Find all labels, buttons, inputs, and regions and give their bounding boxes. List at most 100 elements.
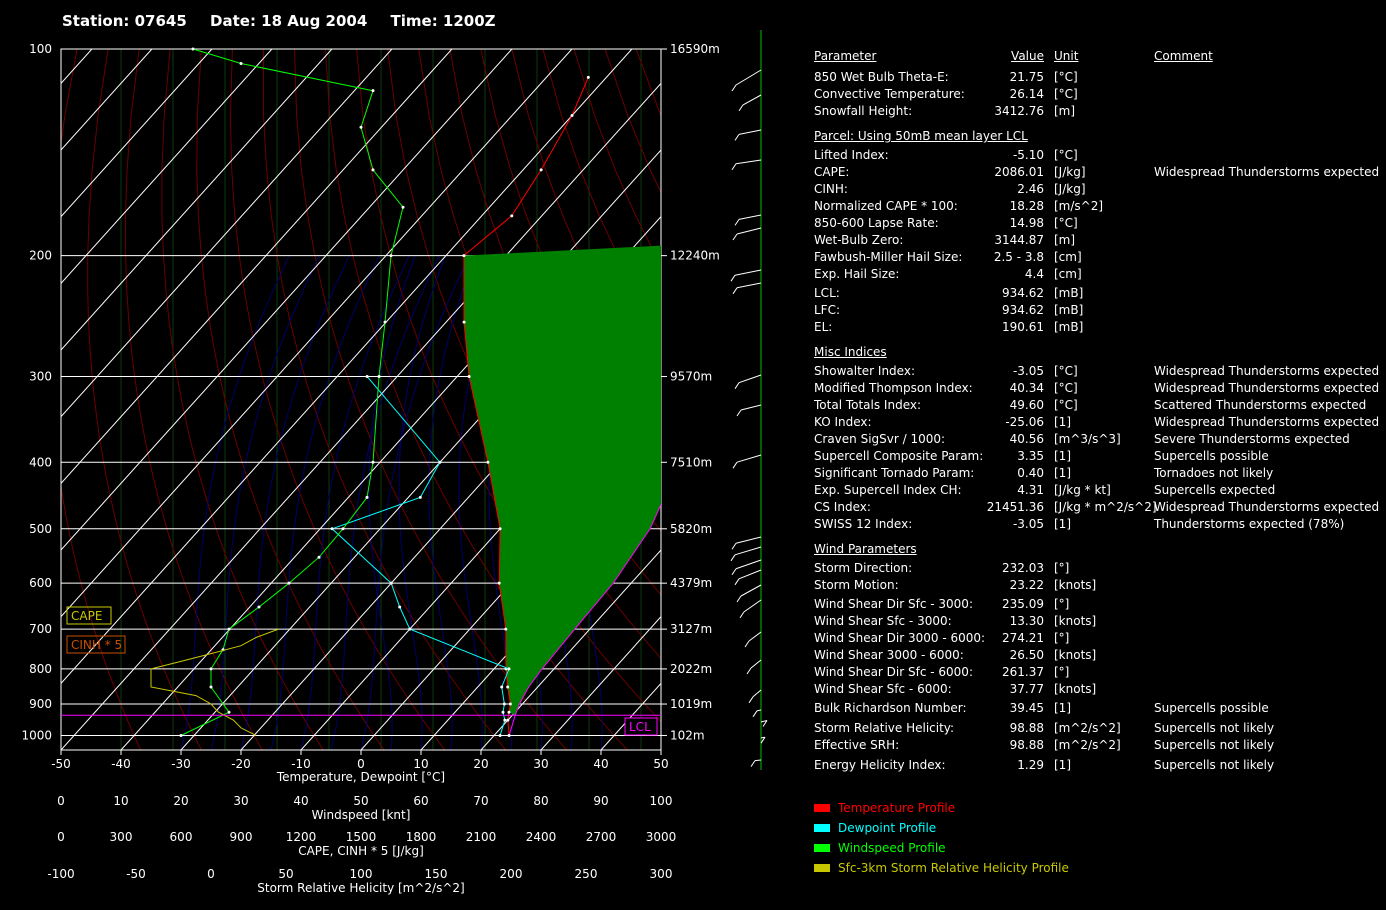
param-value: 261.37	[1002, 665, 1044, 679]
param-comment: Scattered Thunderstorms expected	[1154, 398, 1367, 412]
param-unit: [knots]	[1054, 682, 1097, 696]
param-name: CS Index:	[814, 500, 871, 514]
param-name: Wind Shear Sfc - 3000:	[814, 614, 952, 628]
param-unit: [°C]	[1054, 216, 1078, 230]
section-title: Parcel: Using 50mB mean layer LCL	[814, 129, 1028, 143]
param-value: 39.45	[1009, 701, 1044, 715]
legend-swatch	[814, 864, 830, 872]
param-name: Storm Direction:	[814, 561, 913, 575]
header-value: Value	[1011, 49, 1044, 63]
param-name: Energy Helicity Index:	[814, 758, 946, 772]
param-unit: [mB]	[1054, 320, 1084, 334]
param-comment: Severe Thunderstorms expected	[1154, 432, 1350, 446]
param-value: 274.21	[1002, 631, 1044, 645]
param-unit: [J/kg * kt]	[1054, 483, 1111, 497]
param-value: 0.40	[1017, 466, 1044, 480]
param-name: Convective Temperature:	[814, 87, 965, 101]
param-unit: [1]	[1054, 449, 1071, 463]
param-value: 98.88	[1009, 721, 1044, 735]
param-comment: Widespread Thunderstorms expected	[1154, 415, 1380, 429]
param-unit: [m]	[1054, 104, 1076, 118]
param-value: 26.14	[1009, 87, 1044, 101]
param-value: -25.06	[1005, 415, 1044, 429]
param-comment: Supercells not likely	[1154, 721, 1275, 735]
legend-label: Dewpoint Profile	[838, 821, 937, 835]
param-comment: Supercells not likely	[1154, 758, 1275, 772]
param-unit: [J/kg]	[1054, 182, 1086, 196]
param-unit: [m/s^2]	[1054, 199, 1104, 213]
param-unit: [mB]	[1054, 303, 1084, 317]
legend-label: Temperature Profile	[838, 801, 956, 815]
param-unit: [1]	[1054, 701, 1071, 715]
param-name: 850-600 Lapse Rate:	[814, 216, 939, 230]
param-value: 3144.87	[994, 233, 1044, 247]
param-value: 37.77	[1009, 682, 1044, 696]
param-name: Bulk Richardson Number:	[814, 701, 967, 715]
param-value: 235.09	[1002, 597, 1044, 611]
param-value: 3412.76	[994, 104, 1044, 118]
param-value: 21.75	[1009, 70, 1044, 84]
param-unit: [mB]	[1054, 286, 1084, 300]
header-parameter: Parameter	[814, 49, 877, 63]
legend-label: Windspeed Profile	[838, 841, 946, 855]
param-comment: Widespread Thunderstorms expected	[1154, 165, 1380, 179]
param-unit: [m^2/s^2]	[1054, 721, 1121, 735]
param-unit: [°C]	[1054, 148, 1078, 162]
param-name: Showalter Index:	[814, 364, 915, 378]
param-unit: [1]	[1054, 415, 1071, 429]
param-comment: Widespread Thunderstorms expected	[1154, 364, 1380, 378]
param-comment: Supercells possible	[1154, 701, 1269, 715]
param-unit: [J/kg * m^2/s^2]	[1054, 500, 1157, 514]
param-unit: [1]	[1054, 517, 1071, 531]
param-comment: Supercells possible	[1154, 449, 1269, 463]
param-unit: [°C]	[1054, 381, 1078, 395]
param-unit: [knots]	[1054, 578, 1097, 592]
param-value: 4.4	[1024, 267, 1044, 281]
param-name: Supercell Composite Param:	[814, 449, 984, 463]
param-unit: [°C]	[1054, 70, 1078, 84]
section-title: Misc Indices	[814, 345, 887, 359]
param-value: 3.35	[1017, 449, 1044, 463]
header-comment: Comment	[1154, 49, 1213, 63]
param-name: Wind Shear Dir 3000 - 6000:	[814, 631, 986, 645]
header-unit: Unit	[1054, 49, 1079, 63]
param-value: 2086.01	[994, 165, 1044, 179]
param-value: -3.05	[1012, 517, 1044, 531]
param-name: SWISS 12 Index:	[814, 517, 913, 531]
param-name: Wet-Bulb Zero:	[814, 233, 904, 247]
param-name: Wind Shear Dir Sfc - 6000:	[814, 665, 973, 679]
param-value: 13.30	[1009, 614, 1044, 628]
param-value: 2.46	[1017, 182, 1044, 196]
param-value: 40.56	[1009, 432, 1044, 446]
param-value: 40.34	[1009, 381, 1044, 395]
param-value: 190.61	[1002, 320, 1044, 334]
param-name: Snowfall Height:	[814, 104, 913, 118]
param-name: Fawbush-Miller Hail Size:	[814, 250, 963, 264]
param-comment: Widespread Thunderstorms expected	[1154, 381, 1380, 395]
param-name: Significant Tornado Param:	[814, 466, 975, 480]
param-value: 1.29	[1017, 758, 1044, 772]
section-title: Wind Parameters	[814, 542, 917, 556]
param-name: Total Totals Index:	[814, 398, 922, 412]
legend-swatch	[814, 844, 830, 852]
param-unit: [°]	[1054, 597, 1070, 611]
param-unit: [°C]	[1054, 398, 1078, 412]
param-comment: Supercells not likely	[1154, 738, 1275, 752]
param-value: -3.05	[1012, 364, 1044, 378]
param-unit: [°C]	[1054, 364, 1078, 378]
param-value: 49.60	[1009, 398, 1044, 412]
param-value: 2.5 - 3.8	[993, 250, 1044, 264]
param-name: Normalized CAPE * 100:	[814, 199, 958, 213]
param-name: Storm Relative Helicity:	[814, 721, 955, 735]
parameter-table: Parameter Value Unit Comment 850 Wet Bulb Th…	[0, 0, 1386, 910]
param-name: CAPE:	[814, 165, 850, 179]
param-value: 232.03	[1002, 561, 1044, 575]
param-unit: [°C]	[1054, 87, 1078, 101]
param-unit: [°]	[1054, 561, 1070, 575]
param-unit: [cm]	[1054, 267, 1082, 281]
param-unit: [m^2/s^2]	[1054, 738, 1121, 752]
param-name: Exp. Hail Size:	[814, 267, 900, 281]
param-comment: Thunderstorms expected (78%)	[1154, 517, 1345, 531]
param-name: 850 Wet Bulb Theta-E:	[814, 70, 949, 84]
param-name: KO Index:	[814, 415, 872, 429]
